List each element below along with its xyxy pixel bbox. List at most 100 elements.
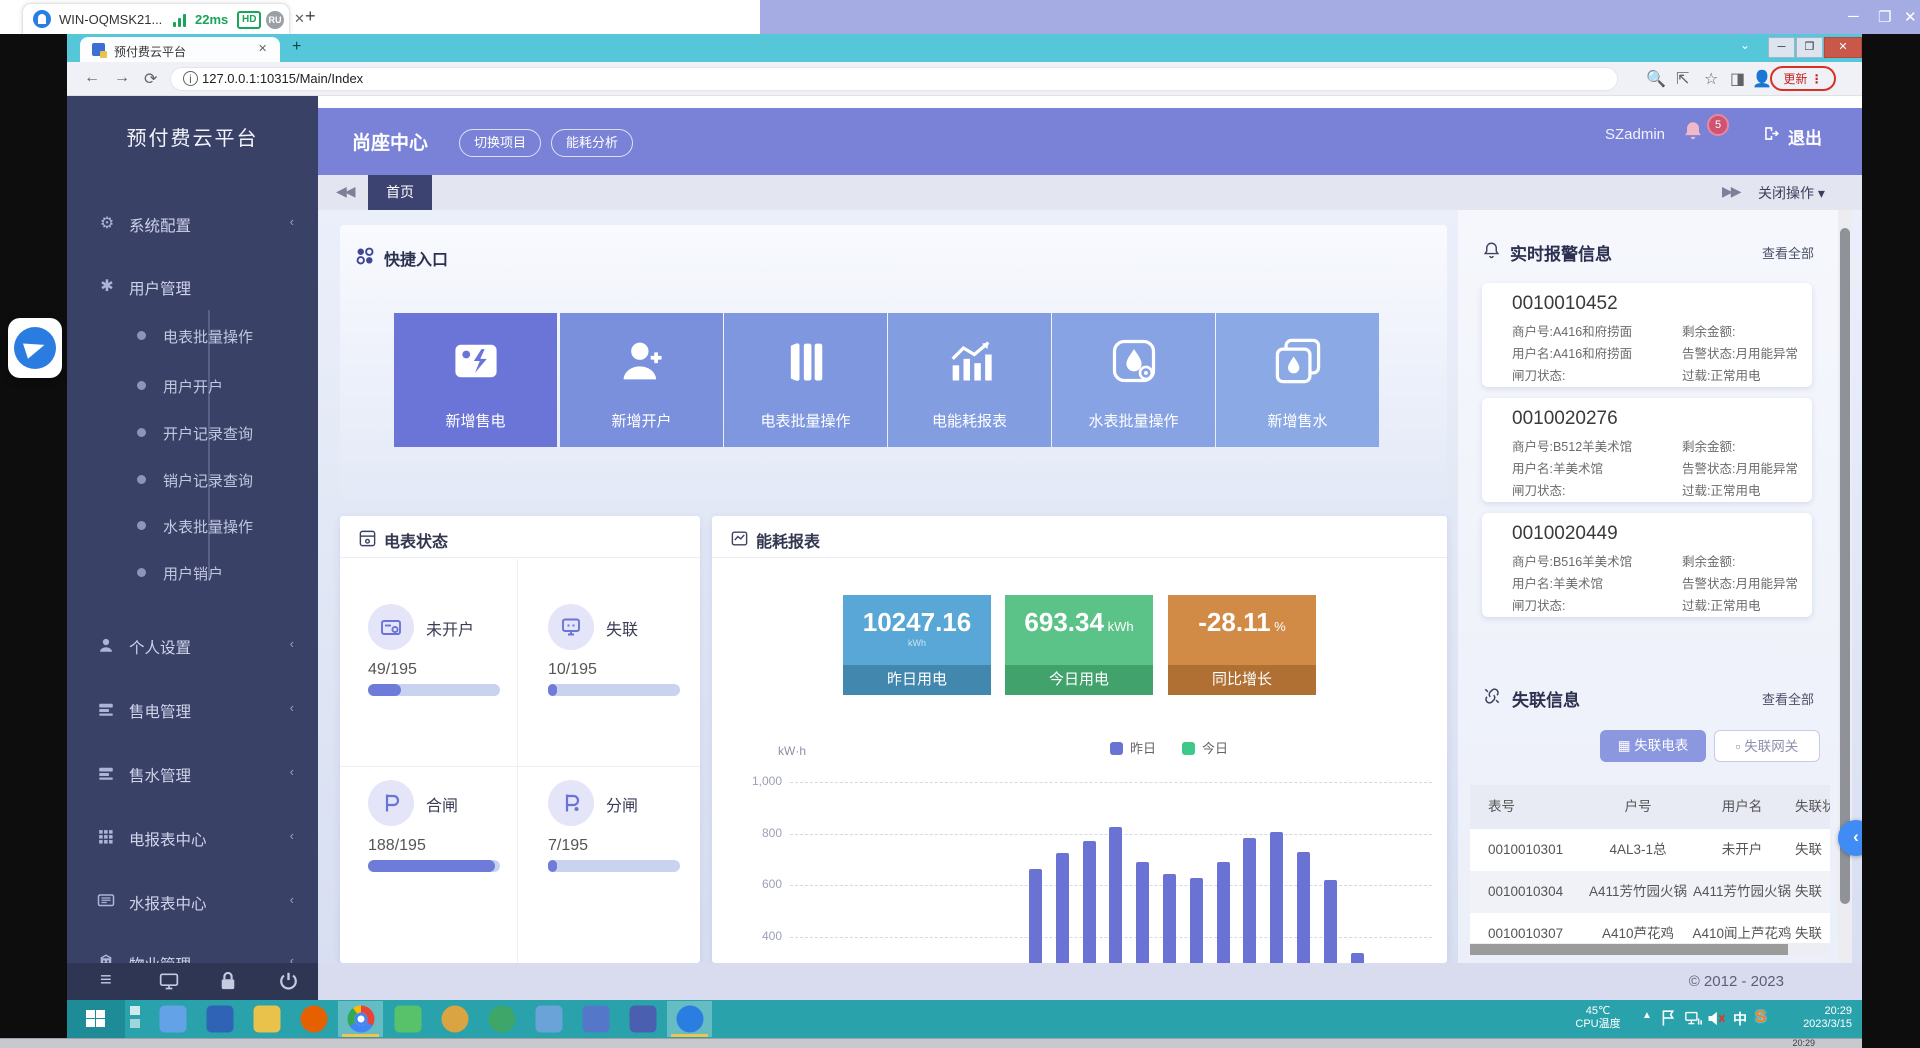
sidebar-item-电报表中心[interactable]: 电报表中心‹ bbox=[67, 824, 318, 854]
sidebar-subitem-销户记录查询[interactable]: 销户记录查询 bbox=[67, 468, 318, 494]
sidebar-item-售水管理[interactable]: 售水管理‹ bbox=[67, 760, 318, 790]
sidebar-item-系统配置[interactable]: ⚙系统配置‹ bbox=[67, 210, 318, 240]
tray-expand-icon[interactable]: ▲ bbox=[1642, 1010, 1652, 1021]
alarm-view-all-link[interactable]: 查看全部 bbox=[1762, 243, 1814, 262]
table-row[interactable]: 00100103014AL3-1总未开户失联 bbox=[1470, 829, 1830, 871]
taskbar-app-green-app[interactable] bbox=[479, 1001, 524, 1037]
taskbar-app-todesk[interactable] bbox=[667, 1001, 712, 1037]
titlebar-chevron-icon[interactable]: ⌄ bbox=[1740, 38, 1750, 52]
outer-tab-close-icon[interactable]: ✕ bbox=[294, 11, 305, 27]
monitor-link-icon bbox=[548, 604, 594, 650]
switch-project-button[interactable]: 切换项目 bbox=[459, 129, 541, 157]
app-brand: 预付费云平台 bbox=[67, 122, 318, 151]
window-restore-button[interactable]: ❐ bbox=[1796, 37, 1823, 58]
page-tab-bar bbox=[318, 175, 1862, 210]
table-horizontal-scrollbar[interactable] bbox=[1470, 943, 1830, 956]
taskbar-app-window-app-2[interactable] bbox=[620, 1001, 665, 1037]
sidebar-subitem-用户开户[interactable]: 用户开户 bbox=[67, 374, 318, 400]
ime-indicator[interactable]: 中 bbox=[1733, 1009, 1747, 1029]
tab-close-icon[interactable]: ✕ bbox=[258, 42, 267, 55]
energy-analysis-button[interactable]: 能耗分析 bbox=[551, 129, 633, 157]
taskbar-app-media-app[interactable] bbox=[385, 1001, 430, 1037]
outer-close-icon[interactable]: ✕ bbox=[1904, 8, 1917, 26]
site-info-icon[interactable]: i bbox=[183, 71, 198, 86]
close-operations-dropdown[interactable]: 关闭操作 ▾ bbox=[1758, 183, 1825, 203]
taskbar-app-folder[interactable] bbox=[244, 1001, 289, 1037]
bell-icon[interactable] bbox=[1682, 119, 1704, 142]
outer-minimize-icon[interactable]: ─ bbox=[1848, 8, 1859, 25]
quick-tile-新增开户[interactable]: 新增开户 bbox=[560, 313, 723, 447]
volume-muted-icon[interactable] bbox=[1706, 1009, 1726, 1028]
action-center-flag-icon[interactable] bbox=[1660, 1008, 1677, 1028]
side-panel-icon[interactable]: ◨ bbox=[1730, 69, 1745, 89]
outer-new-tab-icon[interactable]: + bbox=[305, 6, 316, 27]
chart-trend-icon bbox=[944, 335, 996, 387]
scroll-tabs-right-icon[interactable]: ▶▶ bbox=[1722, 183, 1740, 200]
outer-restore-icon[interactable]: ❐ bbox=[1878, 8, 1891, 26]
forward-icon[interactable]: → bbox=[114, 69, 130, 87]
sidebar-subitem-用户销户[interactable]: 用户销户 bbox=[67, 561, 318, 587]
sidebar-item-售电管理[interactable]: 售电管理‹ bbox=[67, 696, 318, 726]
alarm-card[interactable]: 0010020449商户号:B516羊美术馆剩余金额:用户名:羊美术馆告警状态:… bbox=[1482, 513, 1812, 617]
alarm-card[interactable]: 0010020276商户号:B512羊美术馆剩余金额:用户名:羊美术馆告警状态:… bbox=[1482, 398, 1812, 502]
share-icon[interactable]: ⇱ bbox=[1676, 69, 1689, 89]
hamburger-icon[interactable]: ≡ bbox=[100, 969, 112, 992]
link-loss-view-all-link[interactable]: 查看全部 bbox=[1762, 689, 1814, 708]
quick-tile-电表批量操作[interactable]: 电表批量操作 bbox=[724, 313, 887, 447]
window-minimize-button[interactable]: ─ bbox=[1768, 37, 1795, 58]
content-scrollbar-thumb[interactable] bbox=[1840, 228, 1850, 904]
address-bar[interactable]: i bbox=[170, 67, 1618, 91]
table-row[interactable]: 0010010304A411芳竹园火锅A411芳竹园火锅失联 bbox=[1470, 871, 1830, 913]
todesk-floating-ball[interactable] bbox=[8, 318, 62, 378]
scroll-tabs-left-icon[interactable]: ◀◀ bbox=[336, 183, 354, 200]
tab-home[interactable]: 首页 bbox=[368, 175, 432, 210]
sidebar-item-水报表中心[interactable]: 水报表中心‹ bbox=[67, 888, 318, 918]
quick-tile-新增售电[interactable]: 新增售电 bbox=[394, 313, 557, 447]
taskbar-app-chrome[interactable] bbox=[338, 1001, 383, 1037]
alarm-field-left: 商户号:B512羊美术馆 bbox=[1512, 436, 1632, 455]
network-icon[interactable] bbox=[1684, 1010, 1703, 1027]
quick-tile-电能耗报表[interactable]: 电能耗报表 bbox=[888, 313, 1051, 447]
column-header-表号: 表号 bbox=[1488, 786, 1588, 828]
taskbar-app-messaging-app[interactable] bbox=[197, 1001, 242, 1037]
sidebar-subitem-水表批量操作[interactable]: 水表批量操作 bbox=[67, 514, 318, 540]
sidebar-item-用户管理[interactable]: ✱用户管理 bbox=[67, 273, 318, 303]
profile-avatar-icon[interactable]: 👤 bbox=[1752, 69, 1772, 89]
menu-dots-icon[interactable]: ⋮ bbox=[1811, 72, 1823, 86]
bookmark-star-icon[interactable]: ☆ bbox=[1704, 69, 1718, 89]
quick-launch-strip[interactable] bbox=[130, 1006, 142, 1032]
sidebar-subitem-电表批量操作[interactable]: 电表批量操作 bbox=[67, 324, 318, 350]
start-button[interactable] bbox=[67, 1000, 125, 1038]
browser-tab[interactable]: 预付费云平台 ✕ bbox=[80, 37, 280, 62]
quick-tile-水表批量操作[interactable]: 水表批量操作 bbox=[1052, 313, 1215, 447]
quick-tile-新增售水[interactable]: 新增售水 bbox=[1216, 313, 1379, 447]
window-close-button[interactable]: ✕ bbox=[1824, 37, 1862, 58]
cpu-temp-widget[interactable]: 45℃ CPU温度 bbox=[1566, 1005, 1630, 1031]
sogou-tray-icon[interactable]: S bbox=[1755, 1007, 1766, 1027]
sidebar-item-个人设置[interactable]: 个人设置‹ bbox=[67, 632, 318, 662]
lost-gateway-button[interactable]: ▫ 失联网关 bbox=[1714, 730, 1820, 762]
lost-meter-button[interactable]: ▦ 失联电表 bbox=[1600, 730, 1706, 762]
taskbar-app-firefox[interactable] bbox=[291, 1001, 336, 1037]
lock-icon[interactable] bbox=[219, 971, 237, 991]
taskbar-app-window-app[interactable] bbox=[526, 1001, 571, 1037]
logout-icon[interactable] bbox=[1762, 124, 1781, 143]
meter-status-panel: 电表状态 未开户49/195失联10/195合闸188/195分闸7/195 bbox=[340, 516, 700, 963]
sidebar-subitem-开户记录查询[interactable]: 开户记录查询 bbox=[67, 421, 318, 447]
chrome-update-button[interactable]: 更新 ⋮ bbox=[1770, 66, 1836, 91]
taskbar-app-settings-app[interactable] bbox=[573, 1001, 618, 1037]
username-label[interactable]: SZadmin bbox=[1605, 126, 1665, 143]
clock-widget[interactable]: 20:29 2023/3/15 bbox=[1782, 1005, 1852, 1031]
power-icon[interactable] bbox=[279, 971, 298, 991]
table-cell: 失联 bbox=[1795, 871, 1830, 913]
logout-label[interactable]: 退出 bbox=[1788, 124, 1822, 149]
taskbar-app-game-app[interactable] bbox=[432, 1001, 477, 1037]
taskbar-app-file-explorer[interactable] bbox=[150, 1001, 195, 1037]
back-icon[interactable]: ← bbox=[84, 69, 100, 87]
alarm-card[interactable]: 0010010452商户号:A416和府捞面剩余金额:用户名:A416和府捞面告… bbox=[1482, 283, 1812, 387]
outer-browser-tab[interactable]: WIN-OQMSK21... 22ms HD RU ✕ bbox=[22, 3, 290, 34]
refresh-icon[interactable]: ⟳ bbox=[144, 69, 157, 89]
zoom-icon[interactable]: 🔍 bbox=[1646, 69, 1666, 89]
monitor-icon[interactable] bbox=[159, 972, 179, 990]
new-tab-icon[interactable]: + bbox=[292, 38, 301, 56]
